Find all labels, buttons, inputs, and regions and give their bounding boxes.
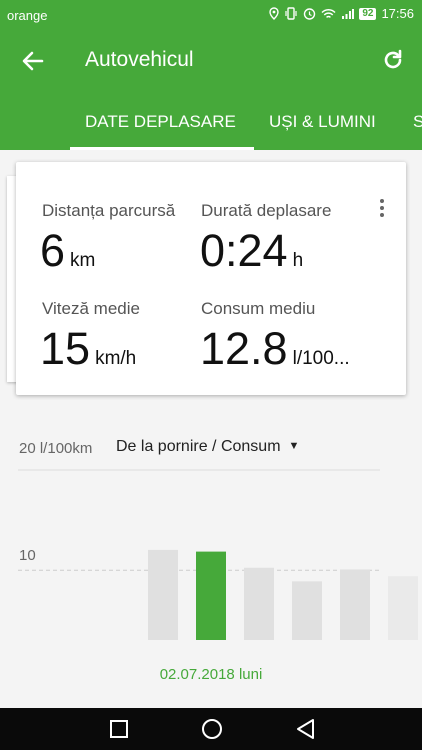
avg-speed-value: 15 km/h: [40, 323, 136, 375]
battery-icon: 92: [359, 7, 377, 20]
chart-mode-label: De la pornire / Consum: [116, 438, 281, 455]
avg-consumption-number: 12.8: [200, 323, 288, 374]
home-icon[interactable]: [199, 717, 225, 741]
chart-bar[interactable]: [340, 569, 370, 640]
carrier-name: orange: [7, 8, 48, 23]
tab-indicator: [70, 147, 254, 150]
avg-speed-unit: km/h: [95, 348, 137, 369]
status-icons: 92 17:56: [269, 6, 414, 21]
avg-speed-number: 15: [40, 323, 91, 374]
tab-next-partial[interactable]: S: [413, 112, 422, 132]
tab-date-deplasare[interactable]: DATE DEPLASARE: [85, 112, 236, 132]
nav-back-icon[interactable]: [293, 717, 319, 741]
selected-date-label: 02.07.2018 luni: [159, 666, 263, 683]
y-tick-label: 10: [19, 547, 36, 564]
more-options-icon[interactable]: [373, 196, 391, 220]
distance-number: 6: [40, 225, 66, 276]
distance-value: 6 km: [40, 225, 95, 277]
app-bar: Autovehicul: [0, 30, 422, 92]
signal-icon: [342, 8, 355, 19]
wifi-icon: [321, 8, 336, 18]
vibrate-icon: [285, 7, 297, 20]
system-nav-bar: [0, 708, 422, 750]
duration-number: 0:24: [200, 225, 288, 276]
chart-scale-label: 20 l/100km: [19, 440, 93, 457]
avg-consumption-unit: l/100...: [292, 348, 350, 369]
chart-mode-dropdown[interactable]: De la pornire / Consum ▼: [116, 438, 299, 456]
duration-label: Durată deplasare: [201, 201, 332, 220]
distance-unit: km: [70, 250, 96, 271]
chart-bar[interactable]: [292, 581, 322, 640]
chart-bar[interactable]: [148, 549, 178, 640]
avg-consumption-label: Consum mediu: [201, 299, 316, 318]
distance-label: Distanța parcursă: [42, 201, 176, 220]
dropdown-caret-icon: ▼: [288, 440, 300, 452]
chart-bar[interactable]: [388, 576, 418, 640]
chart-bar-selected[interactable]: [196, 551, 226, 640]
alarm-icon: [304, 8, 316, 20]
chart-bar[interactable]: [244, 567, 274, 640]
avg-consumption-value: 12.8 l/100...: [200, 323, 350, 375]
refresh-icon[interactable]: [380, 47, 406, 73]
location-icon: [269, 7, 280, 20]
duration-value: 0:24 h: [200, 225, 303, 277]
clock: 17:56: [381, 6, 414, 21]
back-arrow-icon[interactable]: [20, 48, 46, 74]
tab-usi-lumini[interactable]: UȘI & LUMINI: [269, 112, 376, 132]
consumption-bar-chart[interactable]: 10: [0, 462, 422, 652]
trip-stats-card[interactable]: Distanța parcursă 6 km Durată deplasare 0…: [16, 162, 406, 395]
avg-speed-label: Viteză medie: [42, 299, 140, 318]
recent-apps-icon[interactable]: [106, 717, 132, 741]
page-title: Autovehicul: [85, 48, 194, 71]
tab-bar: DATE DEPLASARE UȘI & LUMINI S: [0, 92, 422, 150]
status-bar: orange 92 17:56: [0, 0, 422, 30]
duration-unit: h: [292, 250, 304, 271]
